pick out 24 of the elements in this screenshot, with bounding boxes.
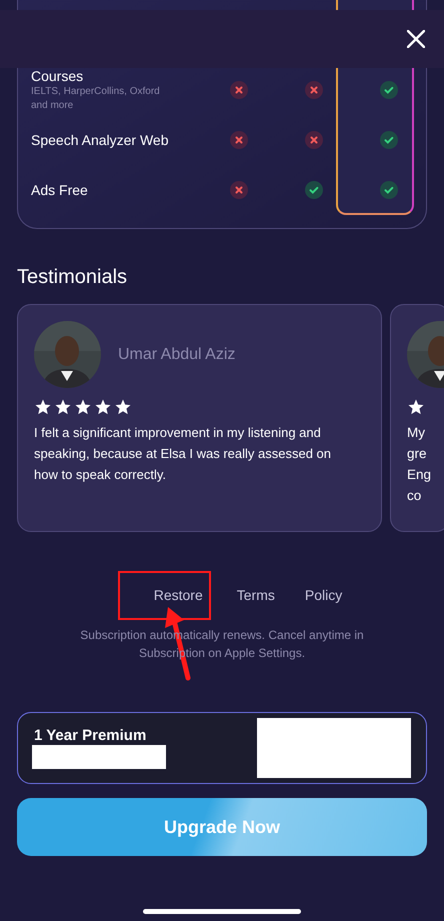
review-text: My xyxy=(407,424,426,442)
star-icon xyxy=(114,398,132,416)
close-icon xyxy=(407,30,425,48)
reviewer-name: Umar Abdul Aziz xyxy=(118,344,236,364)
star-icon xyxy=(34,398,52,416)
footer-link[interactable]: Restore xyxy=(120,573,209,618)
star-icon xyxy=(94,398,112,416)
plan-title: 1 Year Premium xyxy=(34,727,148,745)
close-button[interactable] xyxy=(404,27,428,51)
feature-name: Courses xyxy=(31,67,84,85)
review-text: gre xyxy=(407,445,428,463)
feature-name: Speech Analyzer Web xyxy=(31,131,170,149)
star-icon xyxy=(74,398,92,416)
review-text: Eng xyxy=(407,466,432,484)
plan-card[interactable]: 1 Year Premium xyxy=(17,712,427,784)
feature-note: IELTS, HarperCollins, Oxford and more xyxy=(31,85,161,113)
footer-link[interactable]: Policy xyxy=(302,580,344,611)
section-title: Testimonials xyxy=(17,265,128,289)
star-icon xyxy=(54,398,72,416)
footer-link[interactable]: Terms xyxy=(234,580,277,611)
star-icon xyxy=(407,398,425,416)
review-text: I felt a significant improvement in my listening and speaking, because at Elsa I was really assessed on how to speak correctly. xyxy=(34,424,332,484)
review-text: co xyxy=(407,487,422,505)
feature-name: Ads Free xyxy=(31,181,89,199)
